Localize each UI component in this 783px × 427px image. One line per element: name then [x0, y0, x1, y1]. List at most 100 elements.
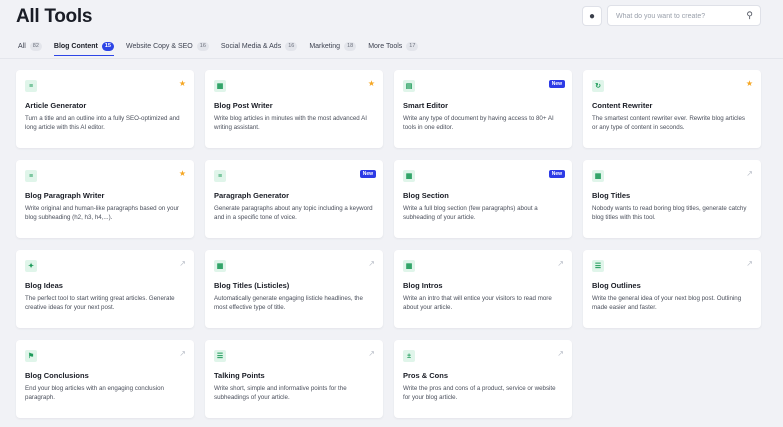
tool-description: Write a full blog section (few paragraph…: [403, 205, 538, 221]
new-badge: New: [548, 80, 565, 88]
list-icon: ☰: [214, 350, 226, 362]
arrow-up-right-icon: ↗: [746, 169, 753, 178]
arrow-up-right-icon: ↗: [368, 259, 375, 268]
paragraph-icon: ≡: [25, 170, 37, 182]
search-input[interactable]: [616, 9, 736, 23]
favorite-star-icon[interactable]: ★: [179, 170, 186, 178]
tool-card-blog-ideas[interactable]: ✦ ↗ Blog Ideas The perfect tool to start wr…: [16, 250, 194, 328]
tool-card-blog-post-writer[interactable]: ▦ ★ Blog Post Writer Write blog articles in…: [205, 70, 383, 148]
tool-description: Generate paragraphs about any topic incl…: [214, 205, 373, 221]
tool-title: Blog Section: [403, 191, 449, 200]
intro-icon: ▦: [403, 260, 415, 272]
paragraph-generator-icon: ≡: [214, 170, 226, 182]
tool-card-content-rewriter[interactable]: ↻ ★ Content Rewriter The smartest content r…: [583, 70, 761, 148]
tab-label: All: [18, 42, 26, 50]
listicle-icon: ▦: [214, 260, 226, 272]
bulb-icon[interactable]: ●: [582, 6, 602, 26]
category-tabs: All 82 Blog Content 15 Website Copy & SEO 16 S…: [18, 38, 419, 56]
tool-title: Blog Ideas: [25, 281, 63, 290]
tool-description: Write the pros and cons of a product, se…: [403, 385, 556, 401]
tool-title: Blog Titles: [592, 191, 631, 200]
tool-card-paragraph-generator[interactable]: ≡ New Paragraph Generator Generate paragrap…: [205, 160, 383, 238]
tool-title: Talking Points: [214, 371, 265, 380]
tab-count-badge: 16: [196, 41, 209, 51]
tool-card-blog-intros[interactable]: ▦ ↗ Blog Intros Write an intro that will en…: [394, 250, 572, 328]
tool-card-blog-titles[interactable]: ▦ ↗ Blog Titles Nobody wants to read boring…: [583, 160, 761, 238]
lightbulb-icon: ✦: [25, 260, 37, 272]
tab-label: More Tools: [368, 42, 403, 50]
tab-label: Social Media & Ads: [220, 42, 282, 50]
new-badge: New: [359, 170, 376, 178]
tab-more-tools[interactable]: More Tools 17: [368, 38, 419, 54]
tool-card-talking-points[interactable]: ☰ ↗ Talking Points Write short, simple and …: [205, 340, 383, 418]
tool-description: Turn a title and an outline into a fully…: [25, 115, 180, 131]
tabs-divider: [0, 58, 783, 59]
document-icon: ▤: [403, 80, 415, 92]
tool-description: The smartest content rewriter ever. Rewr…: [592, 115, 746, 131]
tab-label: Marketing: [309, 42, 341, 50]
tool-card-pros-cons[interactable]: ± ↗ Pros & Cons Write the pros and cons of …: [394, 340, 572, 418]
page-header: All Tools ● ⚲ All82 Blog Content15 Website…: [0, 0, 783, 62]
tab-label: Blog Content: [53, 42, 98, 50]
tool-title: Blog Conclusions: [25, 371, 89, 380]
tool-description: Nobody wants to read boring blog titles,…: [592, 205, 747, 221]
tab-count-badge: 17: [406, 41, 419, 51]
tab-all[interactable]: All 82: [18, 38, 42, 54]
tool-card-smart-editor[interactable]: ▤ New Smart Editor Write any type of docume…: [394, 70, 572, 148]
favorite-star-icon[interactable]: ★: [368, 80, 375, 88]
tool-card-blog-titles-listicles[interactable]: ▦ ↗ Blog Titles (Listicles) Automatically g…: [205, 250, 383, 328]
tool-title: Blog Paragraph Writer: [25, 191, 105, 200]
tool-title: Blog Post Writer: [214, 101, 273, 110]
new-badge: New: [548, 170, 565, 178]
tab-website-copy-seo[interactable]: Website Copy & SEO 16: [126, 38, 209, 54]
tool-description: Automatically generate engaging listicle…: [214, 295, 363, 311]
tab-blog-content[interactable]: Blog Content 15: [53, 38, 115, 56]
article-icon: ≡: [25, 80, 37, 92]
tab-marketing[interactable]: Marketing 18: [309, 38, 357, 54]
tool-description: Write blog articles in minutes with the …: [214, 115, 367, 131]
flag-icon: ⚑: [25, 350, 37, 362]
arrow-up-right-icon: ↗: [746, 259, 753, 268]
favorite-star-icon[interactable]: ★: [746, 80, 753, 88]
arrow-up-right-icon: ↗: [179, 349, 186, 358]
tab-count-badge: 15: [101, 41, 114, 51]
tool-description: Write original and human-like paragraphs…: [25, 205, 179, 221]
tool-title: Blog Outlines: [592, 281, 641, 290]
tab-count-badge: 16: [285, 41, 298, 51]
arrow-up-right-icon: ↗: [557, 349, 564, 358]
tab-social-media-ads[interactable]: Social Media & Ads 16: [220, 38, 298, 54]
pros-cons-icon: ±: [403, 350, 415, 362]
tool-title: Smart Editor: [403, 101, 449, 110]
tool-card-article-generator[interactable]: ≡ ★ Article Generator Turn a title and an o…: [16, 70, 194, 148]
arrow-up-right-icon: ↗: [179, 259, 186, 268]
arrow-up-right-icon: ↗: [557, 259, 564, 268]
blog-post-icon: ▦: [214, 80, 226, 92]
tools-grid: ≡ ★ Article Generator Turn a title and an o…: [16, 70, 772, 418]
rewrite-icon: ↻: [592, 80, 604, 92]
page-title: All Tools: [16, 6, 93, 27]
tool-description: End your blog articles with an engaging …: [25, 385, 164, 401]
titles-icon: ▦: [592, 170, 604, 182]
tab-label: Website Copy & SEO: [125, 42, 193, 50]
arrow-up-right-icon: ↗: [368, 349, 375, 358]
tool-description: Write short, simple and informative poin…: [214, 385, 347, 401]
outline-icon: ☰: [592, 260, 604, 272]
tool-description: Write any type of document by having acc…: [403, 115, 554, 131]
favorite-star-icon[interactable]: ★: [179, 80, 186, 88]
tab-count-badge: 18: [344, 41, 357, 51]
search-box[interactable]: ⚲: [607, 5, 761, 26]
tool-title: Content Rewriter: [592, 101, 653, 110]
tool-title: Article Generator: [25, 101, 87, 110]
tool-card-blog-section[interactable]: ▦ New Blog Section Write a full blog sectio…: [394, 160, 572, 238]
tool-description: The perfect tool to start writing great …: [25, 295, 175, 311]
search-icon[interactable]: ⚲: [746, 10, 753, 21]
tool-title: Pros & Cons: [403, 371, 449, 380]
tool-title: Paragraph Generator: [214, 191, 290, 200]
tool-title: Blog Titles (Listicles): [214, 281, 290, 290]
tool-title: Blog Intros: [403, 281, 443, 290]
tool-description: Write an intro that will entice your vis…: [403, 295, 552, 311]
tool-card-blog-outlines[interactable]: ☰ ↗ Blog Outlines Write the general idea of…: [583, 250, 761, 328]
tool-card-blog-conclusions[interactable]: ⚑ ↗ Blog Conclusions End your blog articles…: [16, 340, 194, 418]
tab-count-badge: 82: [29, 41, 42, 51]
tool-card-blog-paragraph-writer[interactable]: ≡ ★ Blog Paragraph Writer Write original an…: [16, 160, 194, 238]
